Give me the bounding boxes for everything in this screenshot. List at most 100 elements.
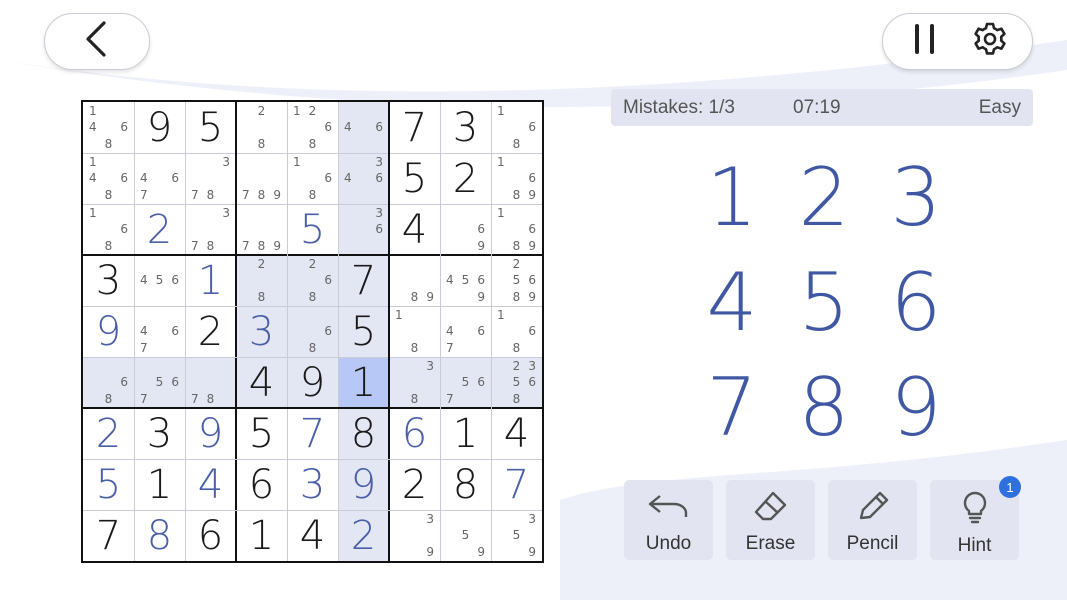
sudoku-cell[interactable]: 8 xyxy=(440,459,491,510)
sudoku-cell[interactable]: 28 xyxy=(236,255,287,306)
sudoku-cell[interactable]: 4 xyxy=(185,459,236,510)
sudoku-cell[interactable]: 39 xyxy=(389,510,440,561)
sudoku-cell[interactable]: 4 xyxy=(389,204,440,255)
sudoku-cell[interactable]: 4 xyxy=(287,510,338,561)
sudoku-cell[interactable]: 56 7 xyxy=(134,357,185,408)
sudoku-cell[interactable]: 2 xyxy=(83,408,134,459)
sudoku-cell[interactable]: 68 xyxy=(287,306,338,357)
sudoku-cell[interactable]: 5 xyxy=(236,408,287,459)
number-button-1[interactable]: 1 xyxy=(687,151,777,244)
sudoku-cell[interactable]: 3 4 6 xyxy=(338,153,389,204)
sudoku-cell[interactable]: 456 xyxy=(134,255,185,306)
erase-button[interactable]: Erase xyxy=(726,480,815,560)
sudoku-cell[interactable]: 789 xyxy=(236,153,287,204)
number-button-4[interactable]: 4 xyxy=(687,256,777,349)
sudoku-cell[interactable]: 5 xyxy=(83,459,134,510)
sudoku-cell[interactable]: 5 xyxy=(389,153,440,204)
sudoku-cell[interactable]: 1 xyxy=(236,510,287,561)
sudoku-cell[interactable]: 359 xyxy=(491,510,542,561)
settings-button[interactable] xyxy=(965,17,1015,67)
sudoku-cell[interactable]: 1268 xyxy=(287,102,338,153)
number-button-6[interactable]: 6 xyxy=(871,256,961,349)
sudoku-cell[interactable]: 2 xyxy=(185,306,236,357)
sudoku-cell[interactable]: 2 xyxy=(338,510,389,561)
sudoku-cell[interactable]: 3 xyxy=(440,102,491,153)
sudoku-cell[interactable]: 1 xyxy=(440,408,491,459)
sudoku-cell[interactable]: 46 xyxy=(338,102,389,153)
sudoku-cell[interactable]: 3 xyxy=(83,255,134,306)
number-button-2[interactable]: 2 xyxy=(779,151,869,244)
sudoku-cell[interactable]: 1 68 xyxy=(491,306,542,357)
sudoku-cell[interactable]: 1689 xyxy=(491,204,542,255)
sudoku-cell[interactable]: 14 68 xyxy=(83,102,134,153)
number-button-9[interactable]: 9 xyxy=(871,361,961,454)
sudoku-cell[interactable]: 7 xyxy=(389,102,440,153)
sudoku-cell[interactable]: 6 xyxy=(185,510,236,561)
undo-button[interactable]: Undo xyxy=(624,480,713,560)
sudoku-cell[interactable]: 8 xyxy=(338,408,389,459)
sudoku-cell[interactable]: 28 xyxy=(236,102,287,153)
sudoku-cell[interactable]: 789 xyxy=(236,204,287,255)
sudoku-cell[interactable]: 68 xyxy=(83,357,134,408)
sudoku-cell[interactable]: 7 xyxy=(338,255,389,306)
sudoku-cell[interactable]: 3 78 xyxy=(185,204,236,255)
sudoku-cell[interactable]: 6 xyxy=(236,459,287,510)
back-button[interactable] xyxy=(44,13,150,70)
sudoku-cell[interactable]: 18 xyxy=(389,306,440,357)
sudoku-cell[interactable]: 5 xyxy=(287,204,338,255)
sudoku-cell[interactable]: 3 78 xyxy=(185,153,236,204)
pause-button[interactable] xyxy=(900,17,950,67)
sudoku-cell[interactable]: 9 xyxy=(134,102,185,153)
sudoku-cell[interactable]: 4 6 7 xyxy=(134,153,185,204)
sudoku-cell[interactable]: 1 xyxy=(185,255,236,306)
sudoku-cell[interactable]: 78 xyxy=(185,357,236,408)
entered-digit: 3 xyxy=(248,308,275,355)
sudoku-cell[interactable]: 9 xyxy=(185,408,236,459)
sudoku-cell[interactable]: 25689 xyxy=(491,255,542,306)
sudoku-cell[interactable]: 3 xyxy=(134,408,185,459)
sudoku-cell[interactable]: 6 xyxy=(389,408,440,459)
sudoku-cell[interactable]: 2 xyxy=(440,153,491,204)
sudoku-cell[interactable]: 7 xyxy=(491,459,542,510)
sudoku-cell[interactable]: 9 xyxy=(287,357,338,408)
sudoku-cell[interactable]: 89 xyxy=(389,255,440,306)
sudoku-cell[interactable]: 7 xyxy=(287,408,338,459)
sudoku-cell[interactable]: 14 68 xyxy=(83,153,134,204)
sudoku-cell[interactable]: 56 7 xyxy=(440,357,491,408)
note-digit xyxy=(85,238,101,254)
sudoku-cell[interactable]: 38 xyxy=(389,357,440,408)
sudoku-cell[interactable]: 4 xyxy=(491,408,542,459)
sudoku-cell[interactable]: 4569 xyxy=(440,255,491,306)
sudoku-cell[interactable]: 9 xyxy=(83,306,134,357)
number-button-8[interactable]: 8 xyxy=(779,361,869,454)
sudoku-cell[interactable]: 9 xyxy=(338,459,389,510)
sudoku-cell[interactable]: 4 xyxy=(236,357,287,408)
sudoku-cell[interactable]: 1 xyxy=(338,357,389,408)
note-digit: 8 xyxy=(410,340,419,355)
sudoku-cell[interactable]: 4 6 7 xyxy=(134,306,185,357)
sudoku-cell[interactable]: 1 68 xyxy=(287,153,338,204)
sudoku-cell[interactable]: 1 68 xyxy=(83,204,134,255)
note-digit xyxy=(152,170,168,186)
sudoku-cell[interactable]: 2 xyxy=(134,204,185,255)
sudoku-cell[interactable]: 2 xyxy=(389,459,440,510)
sudoku-cell[interactable]: 268 xyxy=(287,255,338,306)
number-button-5[interactable]: 5 xyxy=(779,256,869,349)
sudoku-cell[interactable]: 7 xyxy=(83,510,134,561)
sudoku-cell[interactable]: 1689 xyxy=(491,153,542,204)
sudoku-cell[interactable]: 3 xyxy=(287,459,338,510)
sudoku-cell[interactable]: 36 xyxy=(338,204,389,255)
number-button-3[interactable]: 3 xyxy=(871,151,961,244)
sudoku-cell[interactable]: 5 xyxy=(185,102,236,153)
sudoku-cell[interactable]: 59 xyxy=(440,510,491,561)
sudoku-cell[interactable]: 3 xyxy=(236,306,287,357)
sudoku-cell[interactable]: 23568 xyxy=(491,357,542,408)
sudoku-cell[interactable]: 69 xyxy=(440,204,491,255)
number-button-7[interactable]: 7 xyxy=(687,361,777,454)
sudoku-cell[interactable]: 4 6 7 xyxy=(440,306,491,357)
pencil-button[interactable]: Pencil xyxy=(828,480,917,560)
sudoku-cell[interactable]: 1 xyxy=(134,459,185,510)
sudoku-cell[interactable]: 5 xyxy=(338,306,389,357)
sudoku-cell[interactable]: 1 68 xyxy=(491,102,542,153)
sudoku-cell[interactable]: 8 xyxy=(134,510,185,561)
